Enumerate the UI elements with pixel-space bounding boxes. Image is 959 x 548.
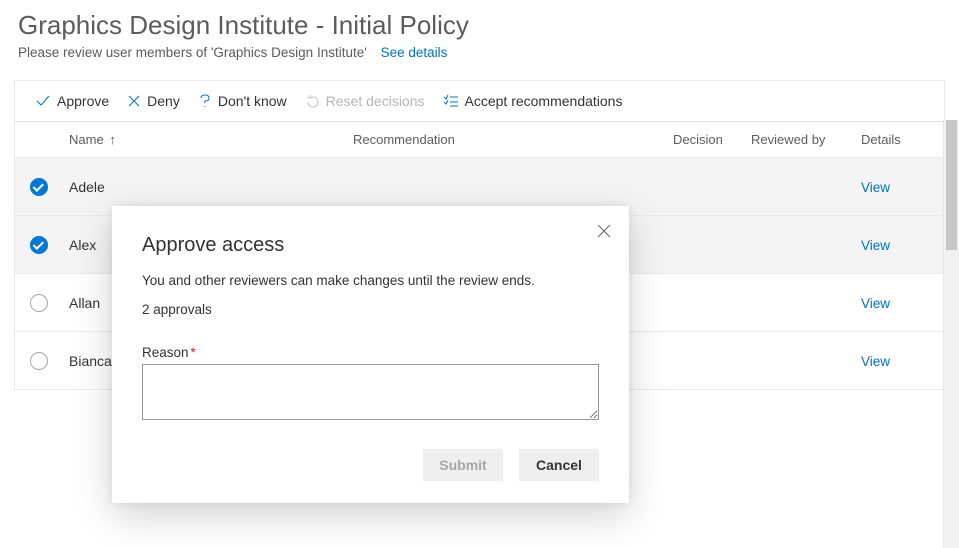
view-link[interactable]: View [861,238,890,253]
col-header-decision[interactable]: Decision [673,132,751,147]
col-name-label: Name [69,132,104,147]
required-asterisk: * [191,345,196,360]
accept-label: Accept recommendations [465,93,623,109]
close-icon[interactable] [597,224,611,243]
reason-label: Reason* [142,345,599,360]
dialog-button-row: Submit Cancel [142,449,599,481]
row-name: Adele [63,179,353,195]
sort-asc-icon: ↑ [109,132,116,147]
deny-button[interactable]: Deny [127,93,180,109]
view-link[interactable]: View [861,354,890,369]
reset-label: Reset decisions [326,93,425,109]
subtitle-row: Please review user members of 'Graphics … [0,45,959,80]
deny-label: Deny [147,93,180,109]
view-link[interactable]: View [861,180,890,195]
checkmark-icon [35,93,51,109]
x-icon [127,94,141,108]
approve-access-dialog: Approve access You and other reviewers c… [112,206,629,503]
submit-button[interactable]: Submit [423,449,503,481]
dont-know-button[interactable]: Don't know [198,93,287,109]
refresh-icon [305,94,320,109]
reason-input[interactable] [142,364,599,420]
col-header-reviewed-by[interactable]: Reviewed by [751,132,861,147]
list-check-icon [443,94,459,108]
accept-recommendations-button[interactable]: Accept recommendations [443,93,623,109]
dialog-title: Approve access [142,234,599,257]
col-header-recommendation[interactable]: Recommendation [353,132,673,147]
subtitle-text: Please review user members of 'Graphics … [18,45,367,60]
view-link[interactable]: View [861,296,890,311]
scrollbar-thumb[interactable] [946,120,957,250]
dont-know-label: Don't know [218,93,287,109]
approve-button[interactable]: Approve [35,93,109,109]
reason-label-text: Reason [142,345,189,360]
reset-decisions-button: Reset decisions [305,93,425,109]
toolbar: Approve Deny Don't know Reset decisions … [14,80,945,122]
question-icon [198,93,212,109]
row-select-radio[interactable] [30,236,48,254]
page-title: Graphics Design Institute - Initial Poli… [0,0,959,45]
col-header-details[interactable]: Details [861,132,915,147]
row-select-radio[interactable] [30,294,48,312]
cancel-button[interactable]: Cancel [519,449,599,481]
scrollbar[interactable] [943,120,959,548]
approve-label: Approve [57,93,109,109]
see-details-link[interactable]: See details [381,45,448,60]
approval-count: 2 approvals [142,302,599,317]
grid-header: Name ↑ Recommendation Decision Reviewed … [15,122,944,158]
row-select-radio[interactable] [30,178,48,196]
row-select-radio[interactable] [30,352,48,370]
dialog-info-text: You and other reviewers can make changes… [142,273,599,288]
col-header-name[interactable]: Name ↑ [63,132,353,147]
